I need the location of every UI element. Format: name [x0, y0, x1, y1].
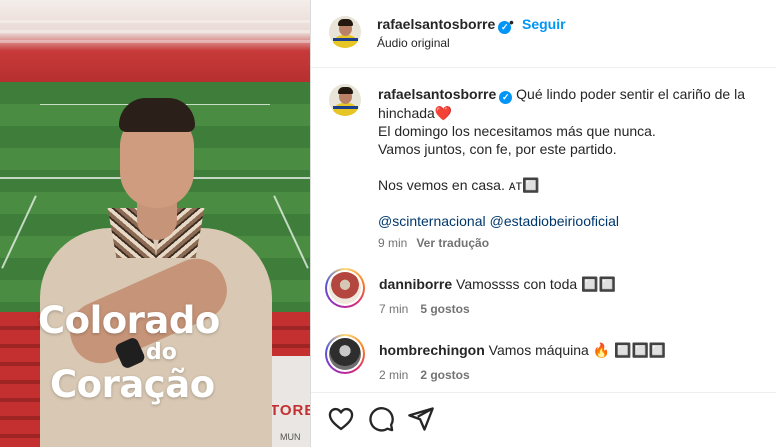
post-header: rafaelsantosborre ✓ • Seguir Áudio origin… — [311, 0, 776, 68]
separator-dot: • — [509, 14, 514, 30]
video-overlay-title: Colorado do Coração — [38, 300, 298, 406]
caption-username[interactable]: rafaelsantosborre — [378, 86, 496, 102]
caption-text: rafaelsantosborre ✓ Qué lindo poder senti… — [378, 85, 758, 230]
heart-outline-icon[interactable] — [327, 405, 355, 433]
post-panel: rafaelsantosborre ✓ • Seguir Áudio origin… — [310, 0, 776, 447]
person-hair — [119, 98, 195, 132]
comment-meta: 2 min 2 gostos — [379, 368, 470, 382]
comment-text: hombrechingon Vamos máquina 🔥 🔲🔲🔲 — [379, 342, 666, 359]
action-bar — [311, 392, 776, 447]
mention-link[interactable]: @scinternacional — [378, 213, 486, 229]
comment-username[interactable]: hombrechingon — [379, 342, 485, 358]
caption-time: 9 min — [378, 236, 408, 250]
comment-text: danniborre Vamossss con toda 🔲🔲 — [379, 276, 616, 293]
comment-time: 7 min — [379, 302, 409, 316]
caption-line-4: Nos vemos en casa. ᴀᴛ🔲 — [378, 177, 540, 193]
caption-line-3: Vamos juntos, con fe, por este partido. — [378, 141, 617, 157]
comment-meta: 7 min 5 gostos — [379, 302, 470, 316]
caption-author-avatar[interactable] — [329, 84, 361, 116]
comment-likes[interactable]: 2 gostos — [420, 368, 469, 382]
stadium-stands-top — [0, 0, 310, 82]
comment-username[interactable]: danniborre — [379, 276, 452, 292]
translate-button[interactable]: Ver tradução — [416, 236, 489, 250]
comment-bubble-icon[interactable] — [367, 405, 395, 433]
commenter-avatar[interactable] — [325, 268, 365, 308]
video-player[interactable]: TORE MUN Colorado do Coração — [0, 0, 310, 447]
commenter-avatar[interactable] — [325, 334, 365, 374]
comment-likes[interactable]: 5 gostos — [420, 302, 469, 316]
stadium-sign-subtext: MUN — [280, 432, 301, 442]
verified-badge-icon: ✓ — [499, 91, 513, 104]
overlay-line-2: do — [146, 340, 177, 365]
comment-body: Vamos máquina 🔥 🔲🔲🔲 — [488, 342, 667, 358]
mention-link[interactable]: @estadiobeiriooficial — [490, 213, 619, 229]
follow-button[interactable]: Seguir — [522, 16, 566, 32]
overlay-line-3: Coração — [50, 363, 215, 406]
caption-line-2: El domingo los necesitamos más que nunca… — [378, 123, 656, 139]
audio-link[interactable]: Áudio original — [377, 36, 450, 50]
comment-item: danniborre Vamossss con toda 🔲🔲 7 min 5 g… — [311, 268, 776, 328]
comment-time: 2 min — [379, 368, 409, 382]
author-avatar[interactable] — [329, 16, 361, 48]
overlay-line-1: Colorado — [38, 299, 220, 342]
caption-meta: 9 min Ver tradução — [378, 236, 489, 250]
heart-emoji-icon: ❤️ — [434, 105, 453, 121]
author-username-text[interactable]: rafaelsantosborre — [377, 16, 495, 32]
paper-plane-icon[interactable] — [407, 405, 435, 433]
comment-body: Vamossss con toda 🔲🔲 — [456, 276, 616, 292]
comment-item: hombrechingon Vamos máquina 🔥 🔲🔲🔲 2 min 2… — [311, 334, 776, 394]
author-username[interactable]: rafaelsantosborre ✓ — [377, 16, 512, 34]
